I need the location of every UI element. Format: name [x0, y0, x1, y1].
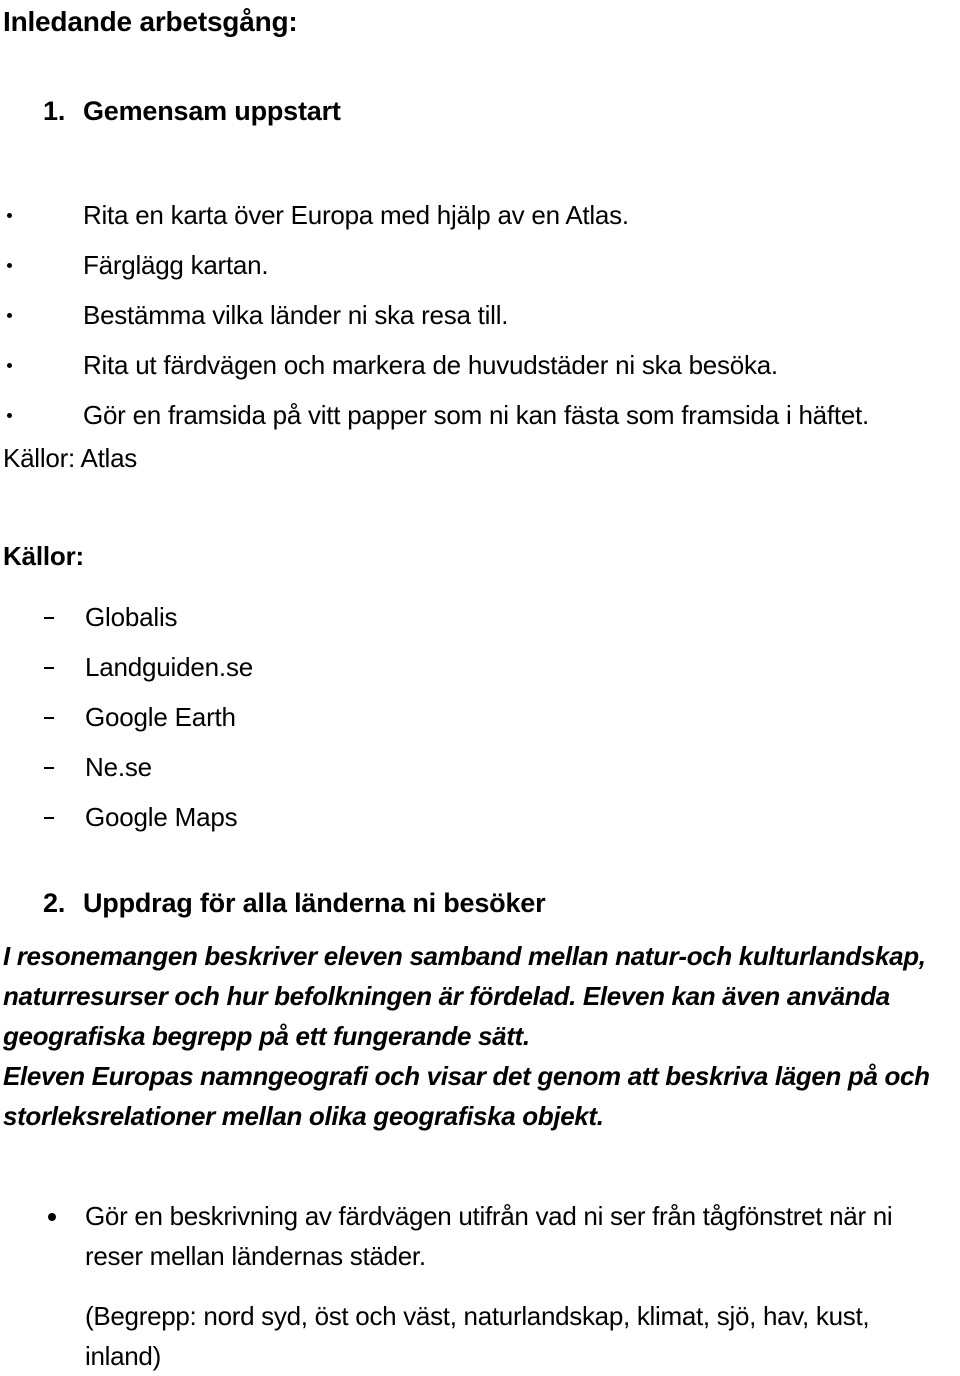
sources-inline-line: Källor: Atlas: [3, 443, 138, 473]
section-2-heading: 2. Uppdrag för alla länderna ni besöker: [43, 888, 546, 919]
list-item-label: Rita en karta över Europa med hjälp av e…: [83, 200, 629, 230]
paragraph-line: geografiska begrepp på ett fungerande sä…: [3, 1021, 530, 1051]
dash-bullet-icon: [0, 742, 85, 792]
bullet-dot-icon: [0, 240, 83, 290]
list-item-label: Globalis: [85, 602, 178, 632]
list-item: Rita en karta över Europa med hjälp av e…: [0, 190, 960, 240]
bullet-dot-icon: [0, 290, 83, 340]
concepts-note: (Begrepp: nord syd, öst och väst, naturl…: [0, 1296, 960, 1376]
section-1-number: 1.: [43, 96, 66, 126]
paragraph-line: Eleven Europas namngeografi och visar de…: [3, 1061, 930, 1091]
sources-heading: Källor:: [3, 541, 84, 571]
list-item-label: Ne.se: [85, 752, 152, 782]
section-2-heading-text: Uppdrag för alla länderna ni besöker: [83, 888, 546, 918]
dash-bullet-icon: [0, 592, 85, 642]
note-line: inland): [85, 1341, 161, 1371]
paragraph-line: storleksrelationer mellan olika geografi…: [3, 1101, 604, 1131]
list-item: Gör en framsida på vitt papper som ni ka…: [0, 390, 960, 440]
criteria-paragraph-2: Eleven Europas namngeografi och visar de…: [3, 1056, 949, 1136]
section-1-heading: 1. Gemensam uppstart: [43, 96, 341, 127]
page-title: Inledande arbetsgång:: [3, 6, 298, 37]
note-line: (Begrepp: nord syd, öst och väst, naturl…: [85, 1301, 870, 1331]
paragraph-line: naturresurser och hur befolkningen är fö…: [3, 981, 890, 1011]
list-item-label: Gör en beskrivning av färdvägen utifrån …: [85, 1201, 893, 1231]
list-item: Rita ut färdvägen och markera de huvudst…: [0, 340, 960, 390]
document-page: Inledande arbetsgång: 1. Gemensam uppsta…: [0, 0, 960, 1371]
list-item-label: Rita ut färdvägen och markera de huvudst…: [83, 350, 778, 380]
assignment-block: Gör en beskrivning av färdvägen utifrån …: [0, 1196, 960, 1376]
list-item-label: Färglägg kartan.: [83, 250, 269, 280]
list-item-label: Landguiden.se: [85, 652, 253, 682]
list-item-label: Bestämma vilka länder ni ska resa till.: [83, 300, 509, 330]
bullet-dot-icon: [0, 340, 83, 390]
list-item: Landguiden.se: [0, 642, 500, 692]
section-2-number: 2.: [43, 888, 66, 918]
uppstart-bullet-list: Rita en karta över Europa med hjälp av e…: [0, 190, 960, 440]
list-item: Färglägg kartan.: [0, 240, 960, 290]
dash-bullet-icon: [0, 692, 85, 742]
bullet-dot-icon: [48, 1213, 56, 1221]
list-item: Google Earth: [0, 692, 500, 742]
section-1-heading-text: Gemensam uppstart: [83, 96, 341, 126]
list-item: Globalis: [0, 592, 500, 642]
bullet-dot-icon: [0, 190, 83, 240]
list-item: Bestämma vilka länder ni ska resa till.: [0, 290, 960, 340]
list-item-label: reser mellan ländernas städer.: [85, 1241, 426, 1271]
dash-bullet-icon: [0, 792, 85, 842]
dash-bullet-icon: [0, 642, 85, 692]
bullet-dot-icon: [0, 390, 83, 440]
paragraph-line: I resonemangen beskriver eleven samband …: [3, 941, 926, 971]
list-item: Ne.se: [0, 742, 500, 792]
list-item: Google Maps: [0, 792, 500, 842]
list-item: Gör en beskrivning av färdvägen utifrån …: [0, 1196, 960, 1276]
list-item-label: Google Maps: [85, 802, 238, 832]
list-item-label: Google Earth: [85, 702, 236, 732]
sources-list: Globalis Landguiden.se Google Earth Ne.s…: [0, 592, 500, 842]
list-item-label: Gör en framsida på vitt papper som ni ka…: [83, 400, 869, 430]
criteria-paragraph-1: I resonemangen beskriver eleven samband …: [3, 936, 949, 1056]
